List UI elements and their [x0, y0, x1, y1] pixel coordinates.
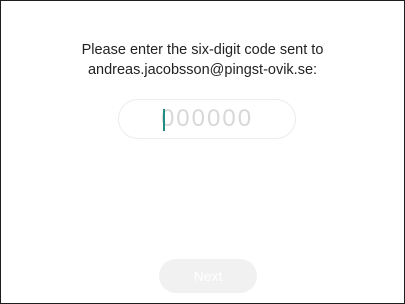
code-input-container[interactable]: [118, 99, 296, 139]
instruction-line-1: Please enter the six-digit code sent to: [81, 42, 324, 58]
email-address: andreas.jacobsson@pingst-ovik.se:: [87, 62, 318, 78]
verification-dialog: Please enter the six-digit code sent to …: [0, 0, 405, 304]
next-button[interactable]: Next: [159, 259, 257, 293]
verification-code-input[interactable]: [119, 100, 295, 138]
text-cursor: [163, 109, 165, 131]
instruction-text: Please enter the six-digit code sent to …: [1, 40, 404, 80]
